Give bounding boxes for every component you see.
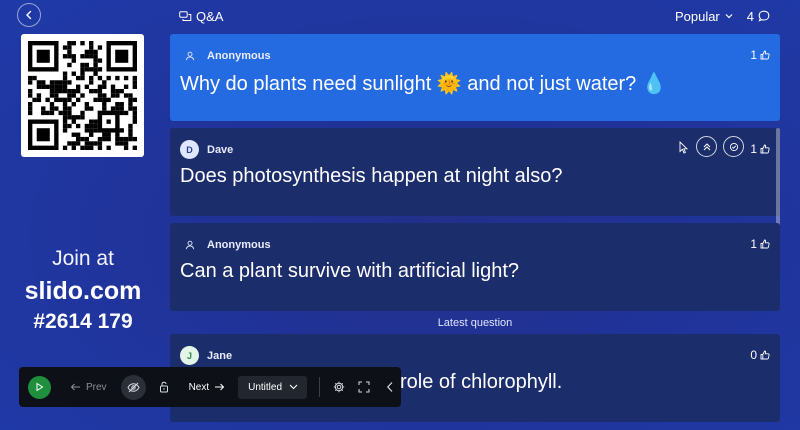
like-button[interactable]: 1 [750,48,770,62]
lock-button[interactable] [159,381,169,393]
next-button[interactable]: Next [189,382,226,393]
lock-icon [159,381,168,393]
avatar: D [180,140,199,159]
like-count: 1 [750,237,757,251]
question-card[interactable]: Anonymous Can a plant survive with artif… [170,223,780,311]
arrow-left-icon [70,383,80,391]
like-button[interactable]: 0 [750,348,770,362]
scrollbar[interactable] [776,128,780,226]
question-count: 4 [747,9,770,24]
like-button[interactable]: 1 [750,237,770,251]
presenter-toolbar: Prev Next Untitled [19,367,401,407]
user-icon [180,46,199,65]
collapse-toolbar-button[interactable] [386,381,394,393]
author-name: Dave [207,143,234,156]
author-name: Jane [207,349,233,362]
settings-icon [333,381,345,393]
avatar: J [180,346,199,365]
thumbs-up-icon [760,144,770,154]
like-count: 1 [750,48,757,62]
comment-icon [758,10,770,22]
question-text: Does photosynthesis happen at night also… [180,165,563,187]
collapse-icon [387,382,393,392]
back-arrow-icon [26,10,32,20]
thumbs-up-icon [760,350,770,360]
hide-button[interactable] [120,374,146,400]
highlight-icon [703,142,710,150]
play-button[interactable] [28,375,51,399]
prev-label: Prev [86,381,107,393]
hide-icon [126,382,140,392]
fullscreen-button[interactable] [358,381,370,393]
user-icon [180,235,199,254]
author-name: Anonymous [207,49,271,62]
event-code: #2614 179 [33,310,133,333]
question-text: Can a plant survive with artificial ligh… [180,260,520,282]
prev-button[interactable]: Prev [70,382,107,393]
join-prefix: Join at [52,247,114,270]
like-count: 1 [750,142,757,156]
question-card[interactable]: D Dave Does photosynthesis happen at nig… [170,128,780,216]
play-icon [36,382,44,392]
author-name: Anonymous [207,238,271,251]
chevron-down-icon [725,14,733,19]
arrow-right-icon [215,383,225,391]
highlight-button[interactable] [696,136,717,157]
qa-bubbles-icon [179,10,192,21]
question-text: Why do plants need sunlight 🌞 and not ju… [180,73,667,95]
poll-select-value: Untitled [248,381,283,393]
latest-question-label: Latest question [437,317,513,329]
chevron-down-icon [289,384,298,390]
check-icon [729,142,738,151]
question-text: role of chlorophyll. [400,371,563,393]
sort-label: Popular [674,8,720,24]
settings-button[interactable] [333,381,345,393]
poll-select[interactable]: Untitled [238,375,308,399]
join-url[interactable]: slido.com [0,275,166,307]
sort-dropdown[interactable]: Popular [675,9,733,24]
question-card[interactable]: Anonymous Why do plants need sunlight 🌞 … [170,34,780,121]
divider [319,377,321,397]
like-button[interactable]: 1 [750,142,770,156]
qa-header: Q&A Popular 4 [170,0,780,32]
cursor-icon [679,141,688,154]
mark-answered-button[interactable] [723,136,744,157]
like-count: 0 [750,348,757,362]
fullscreen-icon [358,381,370,393]
thumbs-up-icon [760,50,770,60]
next-label: Next [188,381,210,393]
question-count-value: 4 [746,8,754,24]
qr-code [21,34,144,157]
back-button[interactable] [17,3,41,27]
section-title: Q&A [196,8,224,24]
join-info: Join at slido.com #2614 179 [0,246,166,335]
thumbs-up-icon [760,239,770,249]
